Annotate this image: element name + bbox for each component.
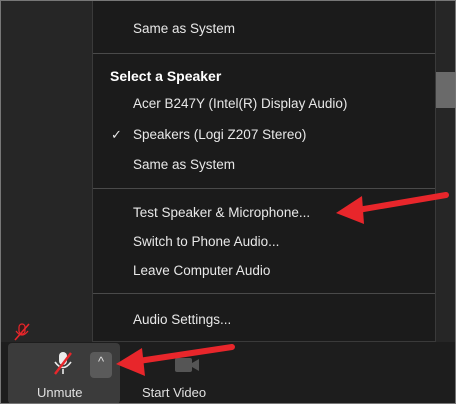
checkmark-icon: ✓ (111, 127, 122, 142)
muted-indicator-icon (14, 323, 30, 341)
menu-item-audio-settings[interactable]: Audio Settings... (133, 312, 231, 327)
menu-item-same-as-system-mic[interactable]: Same as System (133, 21, 235, 36)
menu-item-speaker-logi[interactable]: Speakers (Logi Z207 Stereo) (133, 127, 306, 142)
start-video-label[interactable]: Start Video (142, 385, 206, 400)
menu-item-test-speaker-mic[interactable]: Test Speaker & Microphone... (133, 205, 310, 220)
select-speaker-heading: Select a Speaker (110, 68, 222, 84)
unmute-label: Unmute (37, 385, 83, 400)
menu-divider (93, 53, 435, 54)
menu-item-switch-phone-audio[interactable]: Switch to Phone Audio... (133, 234, 279, 249)
menu-item-same-as-system-speaker[interactable]: Same as System (133, 157, 235, 172)
chevron-up-icon: ^ (97, 354, 105, 369)
menu-divider (93, 293, 435, 294)
menu-item-speaker-acer[interactable]: Acer B247Y (Intel(R) Display Audio) (133, 96, 347, 111)
menu-item-leave-computer-audio[interactable]: Leave Computer Audio (133, 263, 270, 278)
microphone-muted-icon[interactable] (52, 350, 74, 376)
menu-divider (93, 188, 435, 189)
audio-menu: Same as System Select a Speaker Acer B24… (92, 0, 436, 342)
audio-options-caret-button[interactable]: ^ (90, 352, 112, 378)
video-camera-icon[interactable] (173, 354, 201, 376)
